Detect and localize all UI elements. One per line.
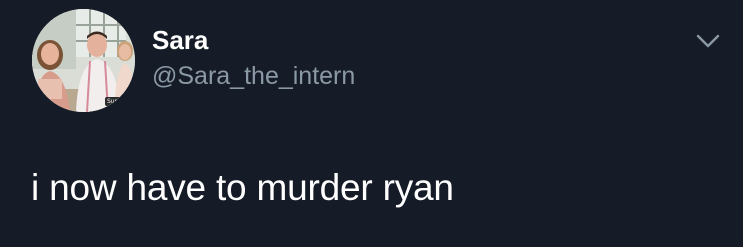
avatar[interactable]: Sup	[32, 9, 135, 112]
user-handle[interactable]: @Sara_the_intern	[152, 60, 355, 92]
tweet-text: i now have to murder ryan	[31, 167, 454, 208]
avatar-badge-text: Sup	[107, 98, 119, 105]
chevron-down-icon	[696, 34, 720, 48]
display-name[interactable]: Sara	[152, 24, 208, 56]
tweet-card: Sup Sara @Sara_the_intern i now have to …	[0, 0, 743, 247]
tweet-menu-button[interactable]	[694, 30, 722, 52]
avatar-photo	[32, 9, 135, 112]
